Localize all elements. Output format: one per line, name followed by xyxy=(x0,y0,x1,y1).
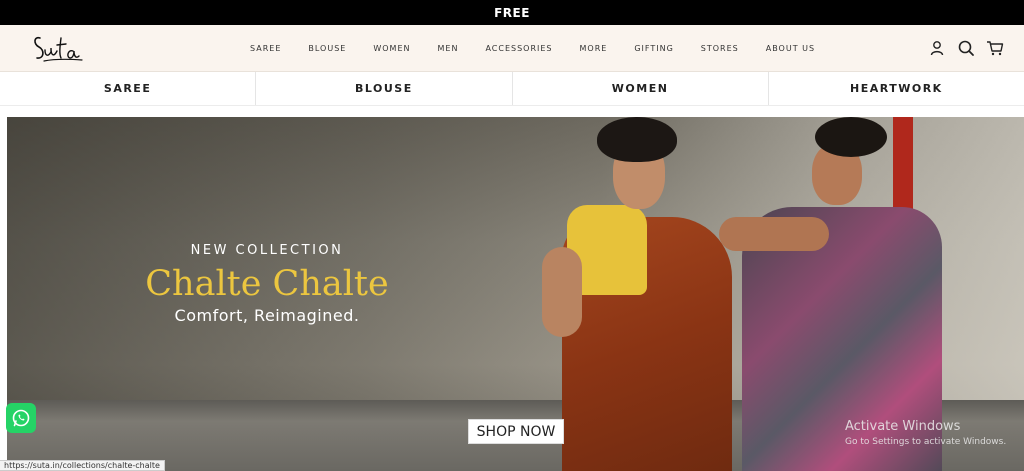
category-saree[interactable]: SAREE xyxy=(0,72,257,105)
status-bar-url: https://suta.in/collections/chalte-chalt… xyxy=(0,460,165,471)
nav-stores[interactable]: STORES xyxy=(701,44,739,53)
cart-icon[interactable] xyxy=(986,39,1004,57)
hero-text-block: NEW COLLECTION Chalte Chalte Comfort, Re… xyxy=(127,243,407,325)
nav-more[interactable]: MORE xyxy=(580,44,608,53)
model-right-arm xyxy=(719,217,829,251)
windows-activation-watermark: Activate Windows Go to Settings to activ… xyxy=(845,419,1006,447)
whatsapp-icon xyxy=(12,409,30,427)
page: FREE SAREE BLOUSE WOMEN MEN ACCESSORIES … xyxy=(0,0,1024,471)
category-women[interactable]: WOMEN xyxy=(513,72,769,105)
nav-women[interactable]: WOMEN xyxy=(373,44,410,53)
main-nav: SAREE BLOUSE WOMEN MEN ACCESSORIES MORE … xyxy=(250,25,842,72)
header-icons xyxy=(917,39,1004,57)
model-left-hair xyxy=(597,117,677,162)
announcement-text: FREE xyxy=(494,5,530,20)
watermark-line2: Go to Settings to activate Windows. xyxy=(845,437,1007,447)
nav-gifting[interactable]: GIFTING xyxy=(634,44,673,53)
model-left-arm xyxy=(542,247,582,337)
whatsapp-chat-button[interactable] xyxy=(6,403,36,433)
hero-eyebrow: NEW COLLECTION xyxy=(190,243,344,258)
nav-accessories[interactable]: ACCESSORIES xyxy=(485,44,552,53)
nav-blouse[interactable]: BLOUSE xyxy=(308,44,346,53)
suta-logo-mark xyxy=(34,36,83,62)
nav-about-us[interactable]: ABOUT US xyxy=(766,44,815,53)
user-icon[interactable] xyxy=(928,39,946,57)
nav-men[interactable]: MEN xyxy=(437,44,458,53)
category-heartwork[interactable]: HEARTWORK xyxy=(769,72,1024,105)
nav-saree[interactable]: SAREE xyxy=(250,44,281,53)
model-right-hair xyxy=(815,117,887,157)
hero-title: Chalte Chalte xyxy=(145,264,389,304)
hero-banner[interactable]: NEW COLLECTION Chalte Chalte Comfort, Re… xyxy=(7,117,1024,471)
search-icon[interactable] xyxy=(957,39,975,57)
category-blouse[interactable]: BLOUSE xyxy=(256,72,513,105)
shop-now-button[interactable]: SHOP NOW xyxy=(468,419,564,444)
hero-subtitle: Comfort, Reimagined. xyxy=(174,306,360,325)
suta-logo[interactable] xyxy=(30,30,84,68)
category-bar: SAREE BLOUSE WOMEN HEARTWORK xyxy=(0,72,1024,106)
announcement-bar: FREE xyxy=(0,0,1024,25)
watermark-line1: Activate Windows xyxy=(845,419,961,434)
site-header: SAREE BLOUSE WOMEN MEN ACCESSORIES MORE … xyxy=(0,25,1024,72)
